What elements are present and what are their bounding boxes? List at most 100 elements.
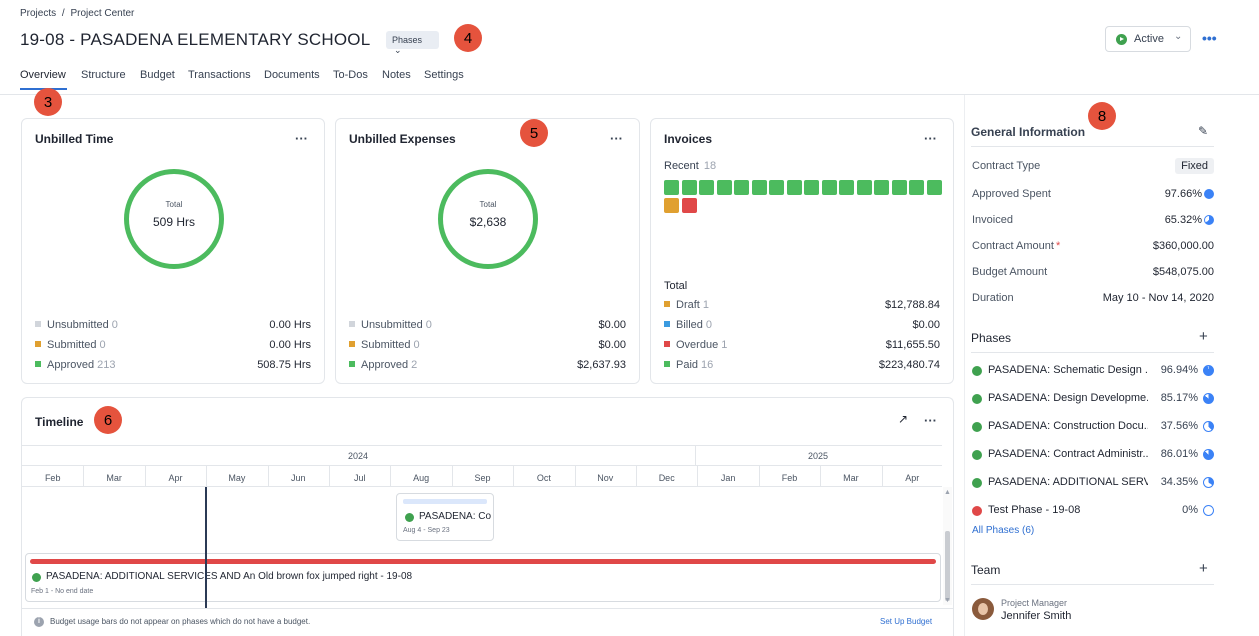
breadcrumb: Projects / Project Center [20,8,134,19]
add-phase-button[interactable]: + [1199,328,1208,345]
more-options-icon[interactable]: ··· [924,413,937,428]
tab-budget[interactable]: Budget [140,69,175,81]
timeline-scrollbar-thumb[interactable] [945,531,950,601]
timeline-year-2024: 2024 [348,451,369,461]
phase-list-item[interactable]: PASADENA: Schematic Design ... 96.94% [972,364,1214,380]
timeline-phase-card[interactable]: PASADENA: Co Aug 4 - Sep 23 [396,493,494,541]
legend-swatch [349,341,355,348]
gi-row-approved-spent: Approved Spent 97.66% [972,188,1214,204]
team-member-name[interactable]: Jennifer Smith [1001,610,1071,622]
invoice-status-square[interactable] [751,180,767,195]
timeline-month-divider [881,466,883,487]
invoice-status-square[interactable] [664,198,679,213]
phase-bar-dates: Feb 1 - No end date [31,588,94,595]
tab-overview[interactable]: Overview [20,69,66,81]
gi-value: 97.66% [1165,188,1214,200]
progress-pie-icon [1203,393,1214,404]
timeline-month-divider [206,466,208,487]
edit-icon[interactable]: ✎ [1198,124,1208,138]
invoice-status-square[interactable] [681,180,697,195]
legend-swatch [35,361,41,368]
timeline-month-divider [83,466,85,487]
timeline-month-label: Aug [413,473,430,483]
more-options-icon[interactable]: ··· [295,131,308,146]
invoices-row-overdue: Overdue 1 $11,655.50 [664,339,940,353]
phase-list-item[interactable]: Test Phase - 19-08 0% [972,504,1214,520]
row-label: Unsubmitted [361,319,423,331]
team-title: Team [971,563,1001,577]
phase-list-item[interactable]: PASADENA: Design Developme... 85.17% [972,392,1214,408]
add-team-member-button[interactable]: + [1199,560,1208,577]
unbilled-time-total-label: Total [165,200,183,209]
row-label: Approved [361,359,409,371]
phase-list-item[interactable]: PASADENA: Construction Docu... 37.56% [972,420,1214,436]
timeline-scroll-down-icon[interactable]: ▼ [944,597,951,604]
timeline-month-divider [451,466,453,487]
row-label: Overdue [676,339,719,351]
invoice-status-square[interactable] [926,180,942,195]
timeline-month-label: Feb [44,473,61,483]
timeline-phase-bar[interactable]: PASADENA: ADDITIONAL SERVICES AND An Old… [25,553,941,602]
all-phases-link[interactable]: All Phases (6) [972,525,1034,536]
phase-percent: 86.01% [1160,448,1198,460]
legend-swatch [664,301,670,308]
invoice-status-square[interactable] [856,180,872,195]
team-divider [971,584,1214,585]
timeline-month-label: Oct [536,473,551,483]
tab-notes[interactable]: Notes [382,69,411,81]
breadcrumb-projects-link[interactable]: Projects [20,8,56,19]
invoice-status-square[interactable] [839,180,854,195]
invoice-status-square[interactable] [874,180,889,195]
row-count: 0 [413,339,420,351]
tab-transactions[interactable]: Transactions [188,69,251,81]
invoice-status-square[interactable] [804,180,819,195]
unbilled-expenses-row-submitted: Submitted 0 $0.00 [349,339,626,353]
gi-value: $360,000.00 [1152,240,1214,252]
row-label: Paid [676,359,699,371]
row-count: 0 [425,319,432,331]
invoice-status-square[interactable] [699,180,714,195]
phase-card-name: PASADENA: Co [419,511,492,522]
invoice-status-square[interactable] [664,180,679,195]
row-value: 508.75 Hrs [257,359,311,371]
gi-label: Contract Amount [972,240,1054,252]
timeline-month-label: Apr [905,473,920,483]
more-options-icon[interactable]: ··· [924,131,937,146]
tab-structure[interactable]: Structure [81,69,126,81]
expand-icon[interactable]: ↗ [898,412,908,426]
invoice-status-square[interactable] [769,180,784,195]
invoice-status-square[interactable] [734,180,749,195]
tab-to-dos[interactable]: To-Dos [333,69,368,81]
timeline-month-divider [636,466,637,487]
gi-label: Duration [972,292,1014,304]
annotation-badge-5: 5 [520,119,548,147]
set-up-budget-link[interactable]: Set Up Budget [880,617,932,626]
invoice-status-square[interactable] [891,180,907,195]
row-label: Submitted [47,339,97,351]
phases-dropdown-button[interactable]: Phases ⌄ [386,31,439,55]
invoice-status-square[interactable] [786,180,802,195]
tab-settings[interactable]: Settings [424,69,464,81]
invoice-status-square[interactable] [909,180,924,195]
invoices-recent-label: Recent [664,160,699,172]
phase-list-item[interactable]: PASADENA: ADDITIONAL SERV... 34.35% [972,476,1214,492]
unbilled-time-title: Unbilled Time [35,132,114,146]
invoice-status-square[interactable] [681,198,697,213]
invoice-status-square[interactable] [716,180,732,195]
phases-divider [971,352,1214,353]
invoice-status-square[interactable] [821,180,837,195]
unbilled-expenses-total-value: $2,638 [469,215,507,229]
more-options-icon[interactable]: ••• [1202,30,1217,46]
legend-swatch [664,341,670,348]
gi-row-budget-amount: Budget Amount $548,075.00 [972,266,1214,282]
tab-documents[interactable]: Documents [264,69,320,81]
timeline-month-divider [574,466,576,487]
timeline-scroll-up-icon[interactable]: ▲ [944,489,951,496]
more-options-icon[interactable]: ··· [610,131,623,146]
chevron-down-icon: ⌄ [394,45,402,55]
gi-row-duration: Duration May 10 - Nov 14, 2020 [972,292,1214,308]
status-dropdown[interactable]: Active ⌄ [1105,26,1191,52]
phases-title: Phases [971,331,1012,345]
phase-list-item[interactable]: PASADENA: Contract Administr... 86.01% [972,448,1214,464]
invoices-title: Invoices [664,132,713,146]
